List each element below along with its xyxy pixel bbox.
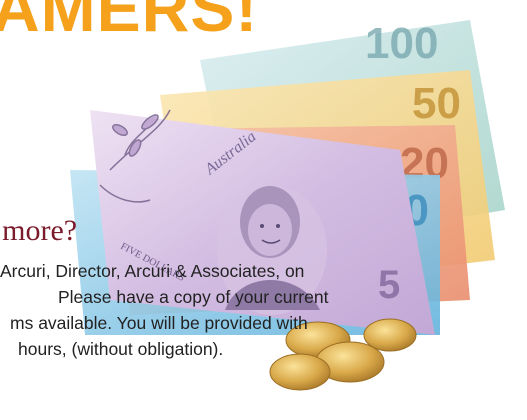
headline: AMERS! bbox=[0, 0, 259, 45]
body-paragraph: Arcuri, Director, Arcuri & Associates, o… bbox=[0, 258, 527, 362]
note-100-label: 100 bbox=[365, 19, 438, 68]
body-line-2: Please have a copy of your current bbox=[58, 287, 329, 307]
hero-banner: 100 50 20 10 bbox=[0, 0, 527, 420]
note-50-label: 50 bbox=[412, 79, 461, 128]
subheading: ow more? bbox=[0, 214, 78, 247]
body-line-1: Arcuri, Director, Arcuri & Associates, o… bbox=[0, 261, 305, 281]
body-line-3: ms available. You will be provided with bbox=[10, 313, 308, 333]
body-line-4: hours, (without obligation). bbox=[18, 339, 224, 359]
